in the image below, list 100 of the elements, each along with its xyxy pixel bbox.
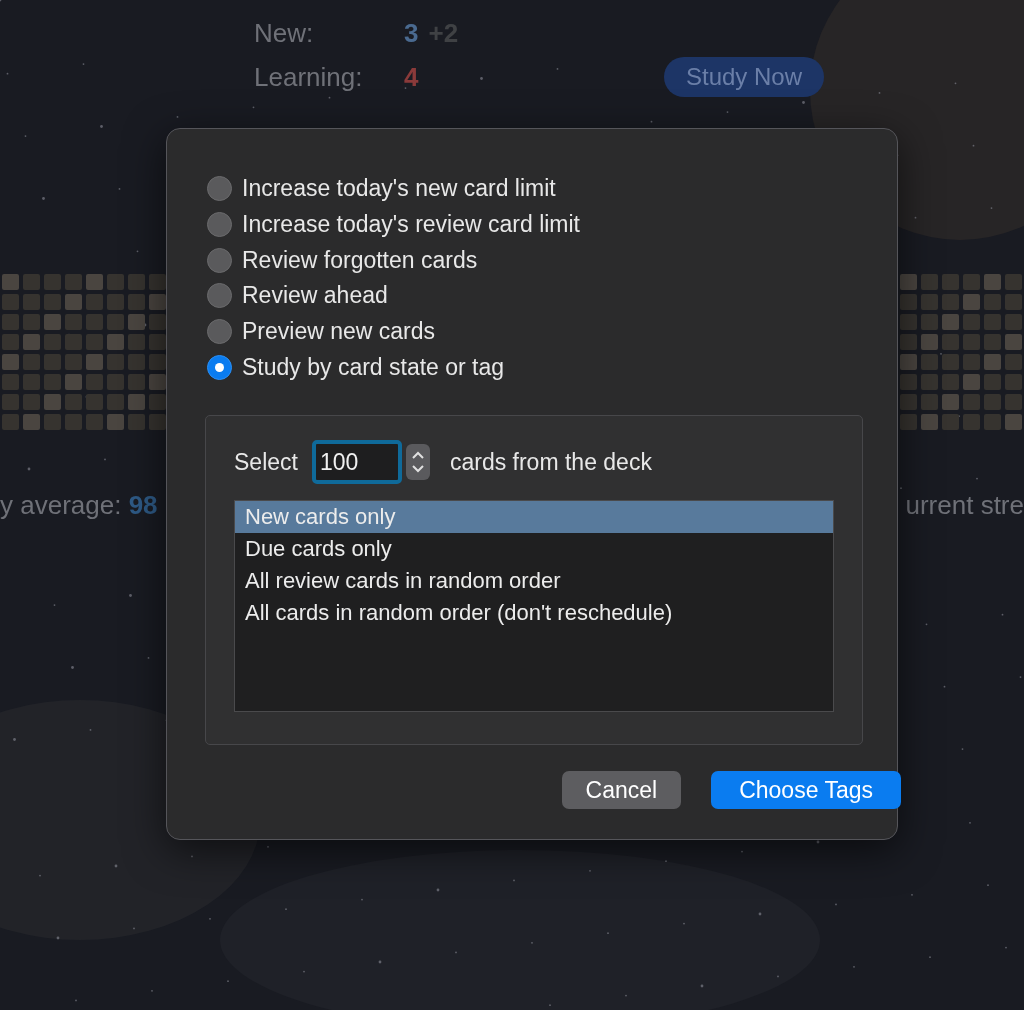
heatmap-cell [1005, 294, 1022, 310]
stat-value: 98 [128, 490, 158, 520]
cancel-button[interactable]: Cancel [561, 771, 682, 810]
heatmap-cell [984, 414, 1001, 430]
primary-button[interactable]: Choose Tags [711, 771, 901, 810]
heatmap-cell [900, 294, 917, 310]
stat-count: 3 [404, 18, 419, 49]
option-label[interactable]: Review ahead [242, 282, 388, 310]
option-label[interactable]: Review forgotten cards [242, 246, 478, 274]
heatmap-cell [2, 374, 19, 390]
radio-button[interactable] [207, 319, 232, 345]
heatmap-cell [963, 414, 980, 430]
option-label[interactable]: Study by card state or tag [242, 353, 505, 381]
heatmap-cell [921, 314, 938, 330]
list-item[interactable]: All review cards in random order [235, 565, 833, 598]
heatmap-cell [107, 294, 124, 310]
heatmap-cell [149, 294, 166, 310]
heatmap-cell [2, 414, 19, 430]
heatmap-cell [942, 294, 959, 310]
heatmap-cell [44, 414, 61, 430]
heatmap-cell [963, 354, 980, 370]
heatmap-cell [921, 334, 938, 350]
option-label[interactable]: Increase today's new card limit [242, 175, 556, 203]
heatmap-cell [2, 294, 19, 310]
heatmap-cell [107, 334, 124, 350]
heatmap-cell [921, 274, 938, 290]
heatmap-cell [984, 274, 1001, 290]
list-item[interactable]: Due cards only [235, 533, 833, 566]
heatmap-cell [107, 354, 124, 370]
heatmap-cell [2, 274, 19, 290]
heatmap-cell [942, 334, 959, 350]
heatmap-cell [942, 374, 959, 390]
heatmap-cell [44, 274, 61, 290]
heatmap-cell [900, 334, 917, 350]
radio-button[interactable] [207, 354, 232, 380]
heatmap-cell [107, 394, 124, 410]
radio-button[interactable] [207, 176, 232, 202]
heatmap-cell [44, 294, 61, 310]
heatmap-cell [23, 414, 40, 430]
heatmap-cell [86, 274, 103, 290]
heatmap-cell [1005, 414, 1022, 430]
radio-button[interactable] [207, 283, 232, 309]
heatmap-cell [65, 274, 82, 290]
heatmap-cell [86, 334, 103, 350]
radio-button[interactable] [207, 212, 232, 238]
heatmap-cell [963, 394, 980, 410]
heatmap-cell [65, 374, 82, 390]
heatmap-cell [128, 374, 145, 390]
heatmap-cell [2, 314, 19, 330]
select-label: Select [234, 448, 298, 476]
select-suffix: cards from the deck [449, 448, 652, 476]
stat-label: urrent stre [905, 490, 1024, 521]
heatmap-cell [86, 394, 103, 410]
heatmap-cell [128, 334, 145, 350]
stepper-icon[interactable] [405, 444, 430, 481]
heatmap-cell [984, 314, 1001, 330]
heatmap-cell [65, 414, 82, 430]
heatmap-cell [942, 274, 959, 290]
list-item[interactable]: New cards only [235, 501, 833, 534]
heatmap-cell [44, 374, 61, 390]
heatmap-cell [44, 314, 61, 330]
heatmap-cell [900, 314, 917, 330]
heatmap-cell [984, 374, 1001, 390]
heatmap-cell [65, 334, 82, 350]
heatmap-cell [44, 394, 61, 410]
heatmap-cell [984, 394, 1001, 410]
option-label[interactable]: Increase today's review card limit [242, 211, 580, 239]
heatmap-cell [44, 354, 61, 370]
heatmap-cell [1005, 274, 1022, 290]
heatmap-cell [942, 394, 959, 410]
count-input[interactable]: 100 [311, 440, 402, 485]
heatmap-cell [107, 314, 124, 330]
radio-button[interactable] [207, 247, 232, 273]
heatmap-cell [963, 374, 980, 390]
heatmap-cell [86, 294, 103, 310]
heatmap-cell [900, 354, 917, 370]
heatmap-cell [107, 414, 124, 430]
heatmap-cell [65, 314, 82, 330]
heatmap-cell [86, 414, 103, 430]
list-item[interactable]: All cards in random order (don't reschedule) [235, 597, 833, 630]
heatmap-cell [107, 374, 124, 390]
heatmap-cell [963, 334, 980, 350]
heatmap-cell [65, 354, 82, 370]
heatmap-cell [1005, 314, 1022, 330]
heatmap-cell [984, 354, 1001, 370]
heatmap-cell [128, 314, 145, 330]
heatmap-cell [2, 334, 19, 350]
heatmap-cell [900, 374, 917, 390]
heatmap-cell [921, 354, 938, 370]
stat-label: y average: [0, 490, 123, 520]
heatmap-cell [44, 334, 61, 350]
heatmap-cell [128, 394, 145, 410]
heatmap-cell [23, 294, 40, 310]
heatmap-cell [921, 294, 938, 310]
option-label[interactable]: Preview new cards [242, 318, 436, 346]
heatmap-cell [984, 294, 1001, 310]
heatmap-cell [107, 274, 124, 290]
heatmap-cell [1005, 394, 1022, 410]
heatmap-cell [2, 354, 19, 370]
stat-label: Learning: [254, 61, 364, 93]
